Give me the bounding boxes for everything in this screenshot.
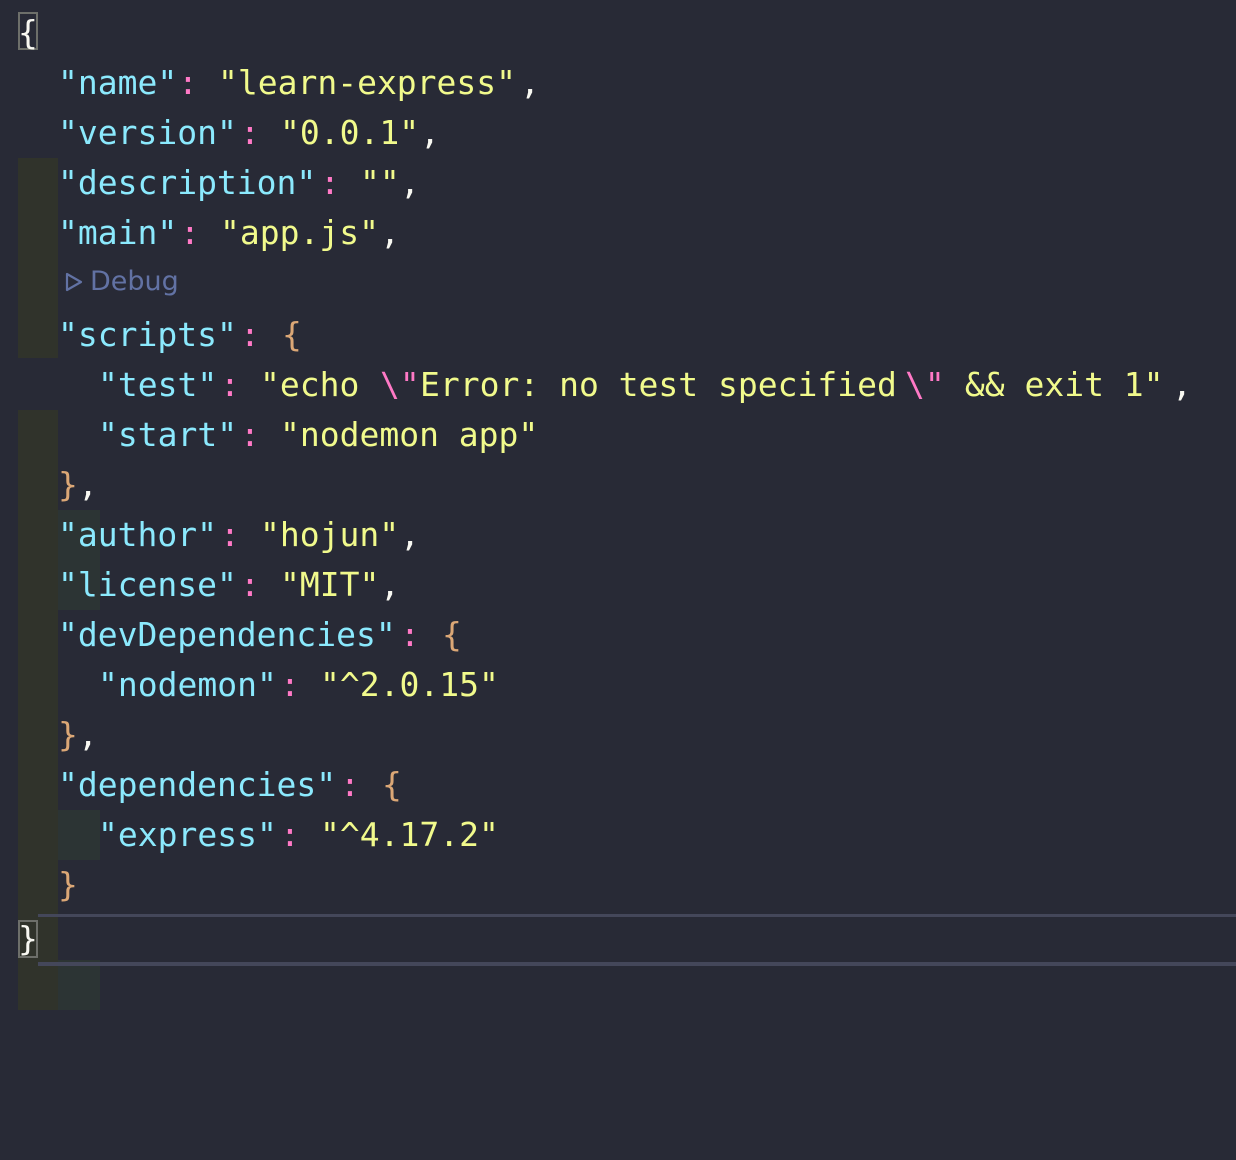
json-key: "test" <box>98 365 218 404</box>
json-key: "author" <box>58 515 217 554</box>
comma: , <box>400 163 420 202</box>
comma: , <box>520 63 540 102</box>
code-line-14[interactable]: } , <box>0 710 1236 860</box>
object-close-brace: } <box>58 715 78 754</box>
code-line-5[interactable]: "main" : "app.js" , <box>0 208 1236 358</box>
code-editor[interactable]: { "name" : "learn-express" , "version" :… <box>0 0 1236 1010</box>
object-open-brace: { <box>282 315 302 354</box>
code-line-7[interactable]: "test" : "echo \" Error: no test specifi… <box>0 360 1236 560</box>
colon: : <box>280 665 300 704</box>
colon: : <box>240 113 260 152</box>
json-string: "echo <box>260 365 380 404</box>
json-string: && exit 1" <box>945 365 1164 404</box>
code-line-3[interactable]: "version" : "0.0.1" , <box>0 108 1236 258</box>
object-close-brace: } <box>58 865 78 904</box>
code-line-4[interactable]: "description" : "" , <box>0 158 1236 308</box>
colon: : <box>240 565 260 604</box>
json-key: "version" <box>58 113 237 152</box>
comma: , <box>380 565 400 604</box>
json-string: "app.js" <box>220 213 379 252</box>
json-string: "nodemon app" <box>280 415 539 454</box>
json-key: "license" <box>58 565 237 604</box>
colon: : <box>280 815 300 854</box>
json-key: "name" <box>58 63 178 102</box>
json-string: "^2.0.15" <box>320 665 499 704</box>
colon: : <box>220 515 240 554</box>
root-open-brace: { <box>18 13 38 52</box>
root-close-brace: } <box>18 919 38 958</box>
code-line-11[interactable]: "license" : "MIT" , <box>0 560 1236 710</box>
json-key: "start" <box>98 415 238 454</box>
debug-label: Debug <box>90 266 179 297</box>
object-open-brace: { <box>382 765 402 804</box>
colon: : <box>180 213 200 252</box>
json-string: "^4.17.2" <box>320 815 499 854</box>
json-key: "description" <box>58 163 317 202</box>
code-line-2[interactable]: "name" : "learn-express" , <box>0 58 1236 208</box>
escape-sequence: \" <box>380 365 420 404</box>
comma: , <box>78 715 98 754</box>
object-close-brace: } <box>58 465 78 504</box>
json-key: "express" <box>98 815 277 854</box>
comma: , <box>78 465 98 504</box>
json-string: "" <box>360 163 400 202</box>
colon: : <box>220 365 240 404</box>
colon: : <box>240 315 260 354</box>
comma: , <box>400 515 420 554</box>
json-string: "MIT" <box>280 565 380 604</box>
json-key: "dependencies" <box>58 765 337 804</box>
json-key: "main" <box>58 213 178 252</box>
colon: : <box>400 615 420 654</box>
colon: : <box>340 765 360 804</box>
json-string: "hojun" <box>260 515 400 554</box>
json-key: "nodemon" <box>98 665 277 704</box>
object-open-brace: { <box>442 615 462 654</box>
code-line-6[interactable]: "scripts" : { <box>0 310 1236 460</box>
comma: , <box>420 113 440 152</box>
json-string: "learn-express" <box>218 63 517 102</box>
json-string: "0.0.1" <box>280 113 420 152</box>
code-line-12[interactable]: "devDependencies" : { <box>0 610 1236 760</box>
code-line-16[interactable]: "express" : "^4.17.2" <box>0 810 1236 1010</box>
play-outline-icon <box>65 272 83 292</box>
code-line-13[interactable]: "nodemon" : "^2.0.15" <box>0 660 1236 860</box>
code-line-17[interactable]: } <box>0 860 1236 1010</box>
code-line-9[interactable]: } , <box>0 460 1236 610</box>
code-line-1[interactable]: { <box>0 8 1236 58</box>
debug-codelens[interactable]: Debug <box>64 262 179 302</box>
escape-sequence: \" <box>905 365 945 404</box>
code-line-18[interactable]: } <box>0 914 1236 964</box>
colon: : <box>240 415 260 454</box>
comma: , <box>380 213 400 252</box>
code-line-15[interactable]: "dependencies" : { <box>0 760 1236 910</box>
json-key: "devDependencies" <box>58 615 396 654</box>
code-line-8[interactable]: "start" : "nodemon app" <box>0 410 1236 610</box>
comma: , <box>1172 365 1192 404</box>
json-string: Error: no test specified <box>420 365 897 404</box>
colon: : <box>320 163 340 202</box>
code-line-10[interactable]: "author" : "hojun" , <box>0 510 1236 660</box>
json-key: "scripts" <box>58 315 237 354</box>
colon: : <box>178 63 198 102</box>
